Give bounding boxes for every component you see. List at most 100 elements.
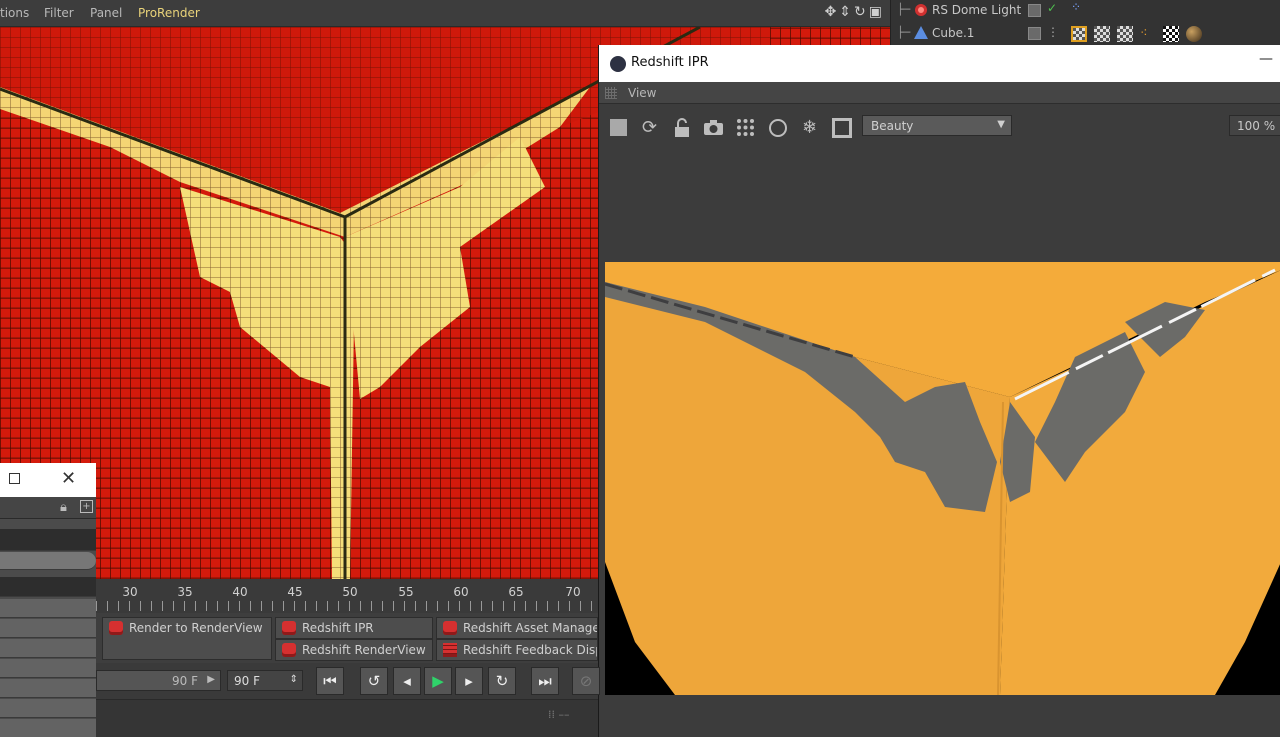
checker-tag-icon[interactable] [1163, 26, 1179, 42]
next-frame-button[interactable]: ▸ [455, 667, 483, 695]
section-header [0, 577, 96, 597]
render-preview[interactable] [605, 262, 1280, 695]
window-titlebar[interactable]: ✕ [0, 463, 96, 497]
tree-line: ├─ [897, 26, 911, 39]
redshift-feedback-display-button[interactable]: Redshift Feedback Disp [436, 639, 598, 661]
lock-icon[interactable]: 🔒︎ [60, 500, 67, 515]
section-header [0, 529, 96, 551]
aov-select[interactable]: Beauty ▼ [862, 115, 1012, 136]
list-item[interactable] [0, 699, 96, 718]
frame-tick: 70 [565, 585, 581, 599]
object-name[interactable]: RS Dome Light [932, 3, 1021, 17]
zoom-field[interactable]: 100 % [1229, 115, 1280, 136]
redshift-renderview-button[interactable]: Redshift RenderView [275, 639, 433, 661]
menu-panel[interactable]: Panel [90, 6, 122, 20]
frame-tick: 35 [177, 585, 193, 599]
frame-tick: 45 [287, 585, 303, 599]
redshift-icon [443, 621, 457, 635]
toggle-view-icon[interactable]: ▣ [869, 4, 882, 20]
menu-prorender[interactable]: ProRender [138, 6, 200, 20]
menu-view[interactable]: View [628, 86, 656, 100]
camera-icon[interactable] [703, 117, 724, 138]
redshift-ipr-button[interactable]: Redshift IPR [275, 617, 433, 639]
first-frame-button[interactable]: ⏮ [316, 667, 344, 695]
render-to-renderview-button[interactable]: Render to RenderView [102, 617, 272, 660]
redshift-ipr-window: Redshift IPR — View ⟳ ❄ Beauty ▼ 100 % [598, 45, 1280, 737]
next-key-button[interactable]: ↻ [488, 667, 516, 695]
list-item[interactable] [0, 679, 96, 698]
ipr-titlebar[interactable]: Redshift IPR — [599, 45, 1280, 82]
dolly-view-icon[interactable]: ⇕ [839, 4, 851, 20]
move-view-icon[interactable]: ✥ [825, 4, 837, 20]
aov-select-value: Beauty [871, 119, 914, 133]
prev-key-button[interactable]: ↺ [360, 667, 388, 695]
end-frame-field[interactable]: 90 F ▶ [96, 670, 221, 691]
list-item[interactable] [0, 659, 96, 678]
transport-bar: 90 F ▶ 90 F ⇕ ⏮ ↺ ◂ ▶ ▸ ↻ ⏭ ⊘ [96, 663, 600, 699]
list-item[interactable] [0, 599, 96, 618]
object-row[interactable]: ├─ Cube.1 ⋮ ⁖ [891, 23, 1280, 46]
end-frame-value: 90 F [172, 674, 198, 688]
list-item[interactable] [0, 719, 96, 737]
rotate-view-icon[interactable]: ↻ [854, 4, 866, 20]
material-tag-icon[interactable] [1071, 26, 1087, 42]
close-button[interactable]: ✕ [61, 468, 76, 489]
timeline-ruler[interactable]: 30 35 40 45 50 55 60 65 70 [96, 579, 598, 613]
arrow-right-icon[interactable]: ▶ [207, 674, 215, 685]
status-bar: ⁞⁞ –– [96, 699, 598, 737]
sphere-material-icon[interactable] [1186, 26, 1202, 42]
add-icon[interactable]: + [80, 500, 93, 513]
redshift-feedback-icon [443, 643, 457, 657]
redshift-logo-icon [610, 56, 626, 72]
window-toolbar: 🔒︎ + [0, 497, 96, 519]
grip-icon [605, 87, 617, 99]
last-frame-button[interactable]: ⏭ [531, 667, 559, 695]
lock-icon[interactable] [671, 117, 692, 138]
redshift-icon [282, 643, 296, 657]
view-navigation: ✥ ⇕ ↻ ▣ [825, 4, 882, 20]
minimize-button[interactable]: — [1259, 51, 1273, 67]
rs-light-icon [913, 2, 929, 18]
button-label: Redshift RenderView [302, 643, 426, 657]
frame-icon[interactable] [831, 117, 852, 138]
refresh-icon[interactable]: ⟳ [639, 117, 660, 138]
layer-flag[interactable] [1028, 27, 1041, 40]
frame-tick: 60 [453, 585, 469, 599]
max-frame-value: 90 F [234, 674, 260, 688]
menu-filter[interactable]: Filter [44, 6, 74, 20]
checkmark-icon[interactable]: ✓ [1047, 1, 1057, 15]
frame-tick: 30 [122, 585, 138, 599]
stop-icon[interactable] [608, 117, 629, 138]
prev-frame-button[interactable]: ◂ [393, 667, 421, 695]
tag-icon: ⁘ [1071, 0, 1082, 14]
grid-icon[interactable] [735, 117, 756, 138]
dots-icon: ⋮ [1047, 25, 1059, 39]
frame-tick: 40 [232, 585, 248, 599]
record-key-button[interactable]: ⊘ [572, 667, 600, 695]
cube-icon [913, 25, 929, 41]
menu-options[interactable]: tions [0, 6, 29, 20]
list-item[interactable] [0, 639, 96, 658]
layer-flag[interactable] [1028, 4, 1041, 17]
object-manager: ├─ RS Dome Light ✓ ⁘ ├─ Cube.1 ⋮ ⁖ [890, 0, 1280, 46]
particle-tag-icon[interactable]: ⁖ [1140, 26, 1156, 42]
frame-tick: 55 [398, 585, 414, 599]
stepper-icon[interactable]: ⇕ [290, 674, 298, 685]
ipr-toolbar: ⟳ ❄ Beauty ▼ 100 % [599, 104, 1280, 150]
slider-row[interactable] [0, 552, 96, 570]
object-row[interactable]: ├─ RS Dome Light ✓ ⁘ [891, 0, 1280, 23]
play-button[interactable]: ▶ [424, 667, 452, 695]
list-item[interactable] [0, 619, 96, 638]
max-frame-field[interactable]: 90 F ⇕ [227, 670, 303, 691]
redshift-asset-manager-button[interactable]: Redshift Asset Manage [436, 617, 598, 639]
command-palette: Render to RenderView Redshift IPR Redshi… [96, 613, 598, 663]
material-tag-icon[interactable] [1094, 26, 1110, 42]
circle-icon[interactable] [767, 117, 788, 138]
object-name[interactable]: Cube.1 [932, 26, 974, 40]
maximize-button[interactable] [9, 473, 20, 484]
material-tag-icon[interactable] [1117, 26, 1133, 42]
render-image [605, 262, 1280, 695]
snowflake-icon[interactable]: ❄ [799, 117, 820, 138]
redshift-icon [282, 621, 296, 635]
button-label: Redshift Feedback Disp [463, 643, 598, 657]
